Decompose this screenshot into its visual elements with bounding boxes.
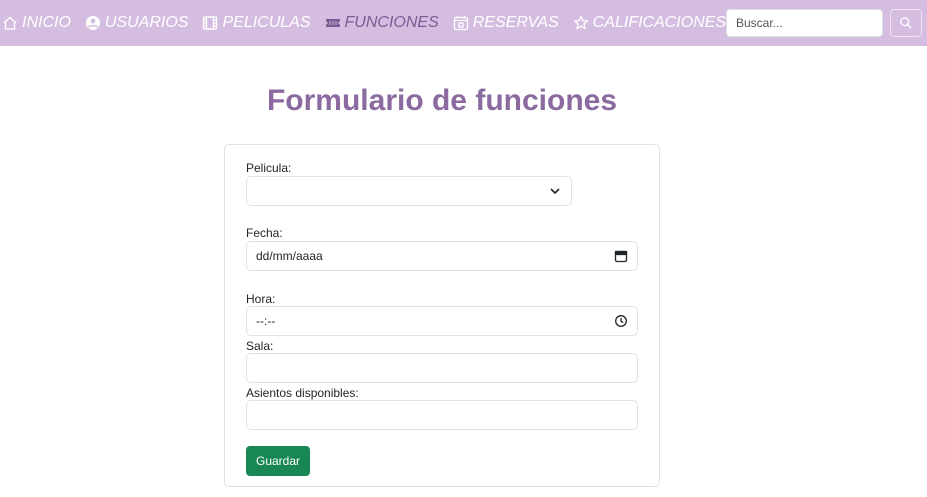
top-navbar: INICIO USUARIOS PELICULAS FUNCIONES RESE… bbox=[0, 0, 927, 46]
nav-item-label: RESERVAS bbox=[472, 14, 559, 31]
nav-item-label: PELICULAS bbox=[222, 14, 311, 31]
fecha-placeholder: dd/mm/aaaa bbox=[256, 249, 323, 263]
sala-label: Sala: bbox=[246, 339, 274, 353]
sala-input[interactable] bbox=[246, 353, 638, 383]
chevron-down-icon bbox=[548, 184, 562, 198]
search-input[interactable] bbox=[726, 9, 883, 37]
nav-item-peliculas[interactable]: PELICULAS bbox=[202, 0, 311, 46]
fecha-date-input[interactable]: dd/mm/aaaa bbox=[246, 241, 638, 271]
nav-item-calificaciones[interactable]: CALIFICACIONES bbox=[573, 0, 726, 46]
ticket-icon bbox=[325, 15, 341, 31]
search-icon bbox=[899, 16, 913, 30]
hora-time-input[interactable]: --:-- bbox=[246, 306, 638, 336]
nav-item-label: USUARIOS bbox=[104, 14, 189, 31]
hora-label: Hora: bbox=[246, 292, 276, 306]
nav-item-label: INICIO bbox=[22, 14, 71, 31]
nav-item-label: CALIFICACIONES bbox=[592, 14, 727, 31]
calendar-icon[interactable] bbox=[614, 249, 628, 263]
nav-item-label: FUNCIONES bbox=[344, 14, 439, 31]
save-button[interactable]: Guardar bbox=[246, 446, 310, 476]
nav-item-inicio[interactable]: INICIO bbox=[2, 0, 71, 46]
star-icon bbox=[573, 15, 589, 31]
funciones-form-card: Pelicula: Fecha: dd/mm/aaaa Hora: --:-- … bbox=[224, 144, 660, 487]
page-title: Formulario de funciones bbox=[266, 84, 618, 117]
pelicula-select[interactable] bbox=[246, 176, 572, 206]
pelicula-label: Pelicula: bbox=[246, 161, 292, 175]
calendar-icon bbox=[453, 15, 469, 31]
home-icon bbox=[2, 15, 18, 31]
nav-item-funciones[interactable]: FUNCIONES bbox=[325, 0, 439, 46]
search-button[interactable] bbox=[890, 9, 922, 37]
user-circle-icon bbox=[85, 15, 101, 31]
hora-placeholder: --:-- bbox=[256, 314, 276, 328]
fecha-label: Fecha: bbox=[246, 226, 283, 240]
nav-item-reservas[interactable]: RESERVAS bbox=[453, 0, 559, 46]
asientos-input[interactable] bbox=[246, 400, 638, 430]
film-icon bbox=[202, 15, 218, 31]
nav-item-usuarios[interactable]: USUARIOS bbox=[85, 0, 189, 46]
clock-icon[interactable] bbox=[614, 314, 628, 328]
asientos-label: Asientos disponibles: bbox=[246, 386, 359, 400]
